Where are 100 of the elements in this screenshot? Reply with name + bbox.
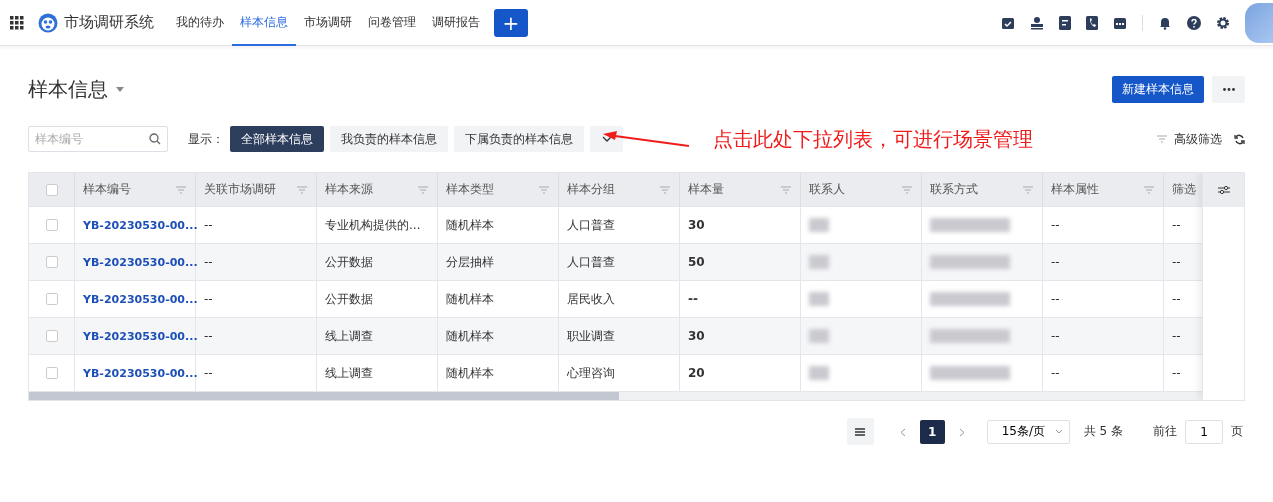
filter-icon[interactable] (1143, 185, 1155, 194)
filter-icon[interactable] (296, 185, 308, 194)
view-tab[interactable]: 下属负责的样本信息 (454, 126, 584, 152)
sample-link[interactable]: YB-20230530-00... (83, 366, 198, 380)
table-cell: 心理咨询 (567, 364, 615, 382)
settings-icon[interactable] (1216, 15, 1230, 30)
table-cell: -- (204, 329, 213, 343)
document-icon[interactable] (1059, 15, 1071, 30)
redacted-block (809, 329, 829, 343)
scrollbar-thumb[interactable] (29, 392, 619, 400)
view-dropdown-button[interactable] (590, 126, 623, 152)
table-cell: -- (1172, 255, 1181, 269)
view-tab[interactable]: 全部样本信息 (230, 126, 324, 152)
calendar-icon[interactable] (1113, 15, 1127, 30)
chevron-down-icon (1054, 429, 1063, 434)
nav-tab[interactable]: 样本信息 (232, 0, 296, 46)
filter-icon[interactable] (538, 185, 550, 194)
show-label: 显示： (188, 130, 224, 148)
page-size-select[interactable]: 15条/页 (986, 419, 1070, 444)
column-header: 样本类型 (446, 181, 494, 198)
table-cell: 30 (688, 218, 705, 232)
table-cell: 随机样本 (446, 327, 494, 345)
table-cell: 人口普查 (567, 216, 615, 234)
column-header: 筛选 (1172, 181, 1196, 198)
nav-tab[interactable]: 市场调研 (296, 0, 360, 46)
table-cell: -- (688, 292, 698, 306)
advanced-filter-button[interactable]: 高级筛选 (1156, 130, 1222, 148)
more-button[interactable] (1212, 75, 1245, 103)
row-checkbox[interactable] (46, 330, 58, 342)
row-checkbox[interactable] (46, 367, 58, 379)
column-header: 样本编号 (83, 181, 131, 198)
table-cell: 专业机构提供的... (325, 216, 421, 234)
filter-icon[interactable] (780, 185, 792, 194)
search-field[interactable]: 样本编号 (28, 126, 168, 152)
row-checkbox[interactable] (46, 219, 58, 231)
annotation-text: 点击此处下拉列表，可进行场景管理 (713, 125, 1033, 153)
avatar[interactable] (1245, 2, 1273, 43)
bell-icon[interactable] (1158, 15, 1172, 30)
filter-icon[interactable] (659, 185, 671, 194)
filter-icon[interactable] (1022, 185, 1034, 194)
table-cell: 分层抽样 (446, 253, 494, 271)
redacted-block (809, 292, 829, 306)
table-cell: -- (1051, 329, 1060, 343)
nav-tab[interactable]: 调研报告 (424, 0, 488, 46)
refresh-icon[interactable] (1234, 133, 1245, 145)
table-cell: 职业调查 (567, 327, 615, 345)
filter-icon[interactable] (901, 185, 913, 194)
more-icon (1222, 87, 1235, 91)
table-cell: -- (1172, 329, 1181, 343)
table-cell: 公开数据 (325, 290, 373, 308)
chevron-right-icon (958, 427, 965, 437)
caret-down-icon[interactable] (116, 86, 124, 92)
new-sample-button[interactable]: 新建样本信息 (1112, 75, 1204, 103)
search-icon[interactable] (149, 133, 161, 145)
table-cell: 人口普查 (567, 253, 615, 271)
table-cell: -- (1051, 255, 1060, 269)
help-icon[interactable] (1187, 15, 1201, 30)
table-cell: 随机样本 (446, 216, 494, 234)
filter-icon[interactable] (1156, 135, 1168, 143)
table-cell: -- (204, 218, 213, 232)
nav-tab[interactable]: 问卷管理 (360, 0, 424, 46)
goto-suffix: 页 (1231, 423, 1243, 440)
sample-link[interactable]: YB-20230530-00... (83, 292, 198, 306)
table-cell: 公开数据 (325, 253, 373, 271)
sample-link[interactable]: YB-20230530-00... (83, 255, 198, 269)
table-cell: 线上调查 (325, 364, 373, 382)
view-tab[interactable]: 我负责的样本信息 (330, 126, 448, 152)
column-header: 关联市场调研 (204, 181, 276, 198)
nav-tab[interactable]: 我的待办 (168, 0, 232, 46)
column-settings-icon[interactable] (1217, 185, 1230, 195)
chevron-left-icon (899, 427, 906, 437)
table-cell: 50 (688, 255, 705, 269)
column-header: 样本量 (688, 181, 724, 198)
phone-book-icon[interactable] (1086, 15, 1098, 30)
select-all-checkbox[interactable] (46, 183, 58, 196)
total-count: 共 5 条 (1083, 423, 1123, 440)
row-checkbox[interactable] (46, 256, 58, 268)
table-cell: -- (204, 366, 213, 380)
sample-link[interactable]: YB-20230530-00... (83, 218, 198, 232)
add-button[interactable]: + (494, 8, 528, 37)
calendar-check-icon[interactable] (1001, 15, 1015, 30)
apps-grid-icon[interactable] (10, 15, 24, 30)
redacted-block (809, 366, 829, 380)
stamp-icon[interactable] (1030, 15, 1044, 30)
table-cell: -- (1051, 218, 1060, 232)
table-cell: -- (1051, 366, 1060, 380)
column-header: 样本来源 (325, 181, 373, 198)
list-view-button[interactable] (846, 418, 874, 445)
table-cell: -- (204, 255, 213, 269)
sample-link[interactable]: YB-20230530-00... (83, 329, 198, 343)
filter-icon[interactable] (175, 185, 187, 194)
table-cell: -- (1172, 218, 1181, 232)
column-header: 样本属性 (1051, 181, 1099, 198)
row-checkbox[interactable] (46, 293, 58, 305)
list-icon (855, 427, 866, 436)
table-cell: -- (1051, 292, 1060, 306)
app-name: 市场调研系统 (64, 13, 154, 32)
filter-icon[interactable] (417, 185, 429, 194)
goto-page-field[interactable]: 1 (1185, 419, 1223, 444)
page-button[interactable]: 1 (919, 419, 945, 444)
